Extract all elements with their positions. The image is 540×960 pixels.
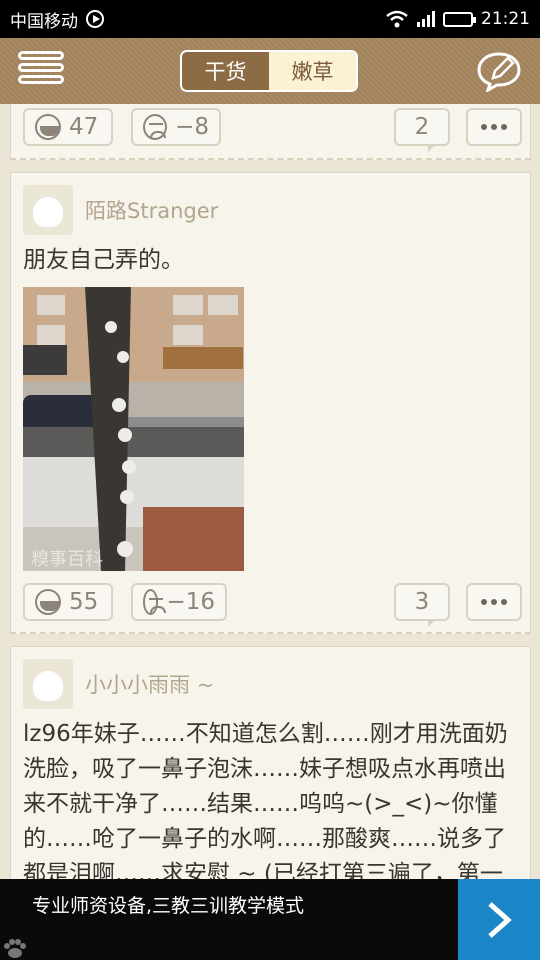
comment-button[interactable]: 2 (394, 108, 450, 152)
angry-icon (143, 114, 168, 140)
dislike-count: −8 (175, 114, 209, 140)
dislike-button[interactable]: −8 (131, 108, 221, 146)
post-author[interactable]: 小小小雨雨 ~ (23, 659, 214, 709)
chevron-right-icon (488, 901, 512, 938)
tab-ganhuo[interactable]: 干货 (182, 52, 269, 90)
ad-banner[interactable]: 专业师资设备,三教三训教学模式 (0, 879, 540, 960)
app-header: 干货 嫩草 (0, 38, 540, 104)
status-bar: 中国移动 21:21 (0, 0, 540, 38)
post-author[interactable]: 陌路Stranger (23, 185, 218, 235)
ad-text: 专业师资设备,三教三训教学模式 (32, 895, 305, 917)
comment-count: 2 (414, 114, 430, 140)
signal-icon (417, 11, 435, 27)
carrier-label: 中国移动 (10, 11, 78, 32)
dislike-button[interactable]: −16 (131, 583, 227, 621)
tab-switcher: 干货 嫩草 (180, 50, 358, 92)
ad-open-button[interactable] (458, 879, 540, 960)
author-name: 陌路Stranger (85, 199, 219, 223)
post-text: lz96年妹子……不知道怎么割……刚才用洗面奶洗脸，吸了一鼻子泡沫……妹子想吸点… (23, 721, 508, 887)
smile-icon (35, 589, 61, 615)
avatar (23, 185, 73, 235)
menu-button[interactable] (18, 51, 64, 91)
dislike-count: −16 (166, 589, 215, 615)
author-name: 小小小雨雨 ~ (85, 673, 215, 697)
tab-nencao[interactable]: 嫩草 (269, 52, 356, 90)
avatar (23, 659, 73, 709)
like-count: 55 (69, 589, 99, 615)
like-count: 47 (69, 114, 99, 140)
menu-icon (18, 51, 64, 60)
more-button[interactable] (466, 108, 522, 146)
angry-icon (143, 589, 167, 615)
wifi-icon (386, 10, 408, 28)
comment-count: 3 (414, 589, 430, 615)
post-text: 朋友自己弄的。 (23, 247, 184, 273)
comment-button[interactable]: 3 (394, 583, 450, 627)
more-icon (481, 599, 487, 605)
play-icon (86, 10, 104, 28)
post-card: 陌路Stranger 朋友自己弄的。 糗事百科 55 −16 3 (10, 172, 531, 634)
clock: 21:21 (481, 9, 530, 29)
compose-icon[interactable] (476, 50, 522, 92)
like-button[interactable]: 55 (23, 583, 113, 621)
image-watermark: 糗事百科 (31, 549, 103, 570)
more-icon (481, 124, 487, 130)
battery-icon (443, 11, 476, 27)
smile-icon (35, 114, 61, 140)
more-button[interactable] (466, 583, 522, 621)
paw-icon (4, 939, 26, 958)
tree-photo: 糗事百科 (23, 287, 244, 571)
post-image[interactable]: 糗事百科 (23, 287, 244, 571)
post-card: 47 −8 2 (10, 104, 531, 160)
like-button[interactable]: 47 (23, 108, 113, 146)
